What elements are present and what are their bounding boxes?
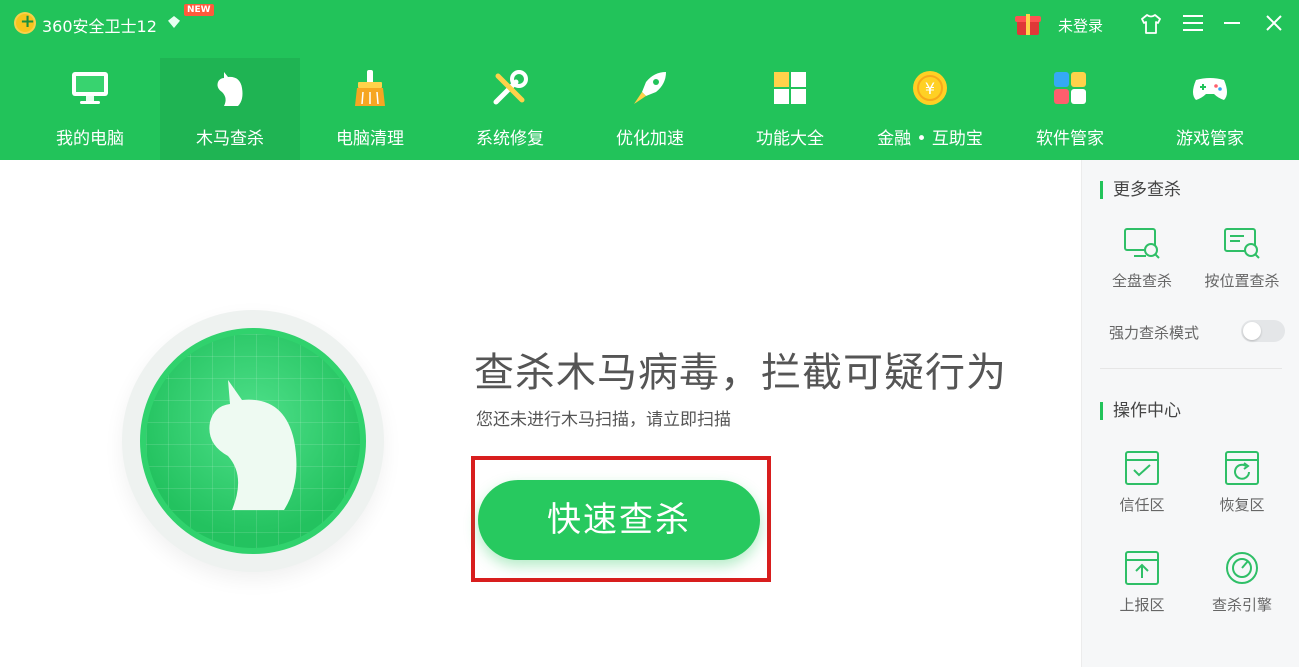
tools-icon — [493, 70, 528, 105]
app-header: 360安全卫士12 NEW 未登录 我的电脑 — [0, 0, 1299, 160]
nav-item-game-manager[interactable]: 游戏管家 — [1140, 58, 1280, 160]
nav-item-my-computer[interactable]: 我的电脑 — [20, 58, 160, 160]
app-logo-icon — [14, 11, 36, 34]
nav-label: 木马查杀 — [196, 129, 264, 149]
nav-label: 软件管家 — [1036, 129, 1104, 149]
nav-item-all-features[interactable]: 功能大全 — [720, 58, 860, 160]
nav-item-system-repair[interactable]: 系统修复 — [440, 58, 580, 160]
skin-shirt-icon[interactable] — [1140, 13, 1162, 35]
apps-icon — [1054, 72, 1086, 104]
more-scan-title: 更多查杀 — [1100, 181, 1181, 199]
trust-list-icon — [1125, 451, 1159, 485]
main-nav: 我的电脑 木马查杀 电脑清理 系统修复 优化加速 功能大全 ¥ 金融 • 互助宝… — [20, 58, 1280, 160]
nav-label: 功能大全 — [756, 129, 824, 149]
trust-zone-button[interactable]: 信任区 — [1092, 450, 1192, 515]
horse-icon — [217, 72, 243, 106]
scan-status-text: 您还未进行木马扫描，请立即扫描 — [476, 410, 731, 430]
rocket-icon — [634, 72, 666, 104]
minimize-icon[interactable] — [1224, 22, 1240, 24]
engine-gauge-icon — [1226, 552, 1258, 584]
strong-mode-label: 强力查杀模式 — [1109, 324, 1200, 342]
sidebar-divider — [1100, 368, 1282, 369]
right-sidebar: 更多查杀 全盘查杀 按位置查杀 强力查杀模式 操作中心 信任区 恢复区 上报区 … — [1081, 160, 1299, 667]
coin-icon: ¥ — [913, 71, 947, 105]
grid-icon — [774, 72, 806, 104]
nav-item-trojan-scan[interactable]: 木马查杀 — [160, 58, 300, 160]
login-link[interactable]: 未登录 — [1058, 15, 1103, 36]
location-scan-button[interactable]: 按位置查杀 — [1192, 226, 1292, 291]
nav-item-speedup[interactable]: 优化加速 — [580, 58, 720, 160]
monitor-search-icon — [1124, 228, 1160, 259]
nav-item-finance[interactable]: ¥ 金融 • 互助宝 — [860, 58, 1000, 160]
nav-label: 金融 • 互助宝 — [877, 129, 983, 149]
broom-icon — [355, 70, 385, 106]
skin-gem-icon[interactable] — [168, 16, 180, 28]
ops-center-title: 操作中心 — [1100, 402, 1181, 420]
restore-zone-button[interactable]: 恢复区 — [1192, 450, 1292, 515]
report-zone-button[interactable]: 上报区 — [1092, 550, 1192, 615]
nav-label: 系统修复 — [476, 129, 544, 149]
title-bar: 360安全卫士12 NEW 未登录 — [0, 0, 1299, 48]
new-badge: NEW — [184, 4, 214, 16]
scan-engine-button[interactable]: 查杀引擎 — [1192, 550, 1292, 615]
nav-label: 电脑清理 — [336, 129, 404, 149]
restore-icon — [1225, 451, 1259, 485]
page-headline: 查杀木马病毒，拦截可疑行为 — [474, 350, 1007, 396]
folder-search-icon — [1224, 228, 1260, 259]
nav-item-software-manager[interactable]: 软件管家 — [1000, 58, 1140, 160]
close-icon[interactable] — [1264, 13, 1284, 33]
nav-item-cleanup[interactable]: 电脑清理 — [300, 58, 440, 160]
nav-label: 我的电脑 — [56, 129, 124, 149]
gift-icon[interactable] — [1015, 11, 1041, 35]
nav-label: 优化加速 — [616, 129, 684, 149]
strong-mode-toggle[interactable] — [1241, 320, 1285, 342]
menu-icon[interactable] — [1183, 15, 1203, 31]
app-title: 360安全卫士12 — [42, 17, 157, 36]
horse-emblem-icon — [140, 328, 366, 554]
gamepad-icon — [1193, 78, 1227, 100]
svg-text:¥: ¥ — [925, 79, 935, 98]
trojan-scan-panel: 查杀木马病毒，拦截可疑行为 您还未进行木马扫描，请立即扫描 快速查杀 — [0, 160, 1080, 667]
full-disk-scan-button[interactable]: 全盘查杀 — [1092, 226, 1192, 291]
nav-label: 游戏管家 — [1176, 129, 1244, 149]
quick-scan-button[interactable]: 快速查杀 — [478, 480, 760, 560]
computer-icon — [72, 72, 108, 104]
upload-icon — [1125, 551, 1159, 585]
